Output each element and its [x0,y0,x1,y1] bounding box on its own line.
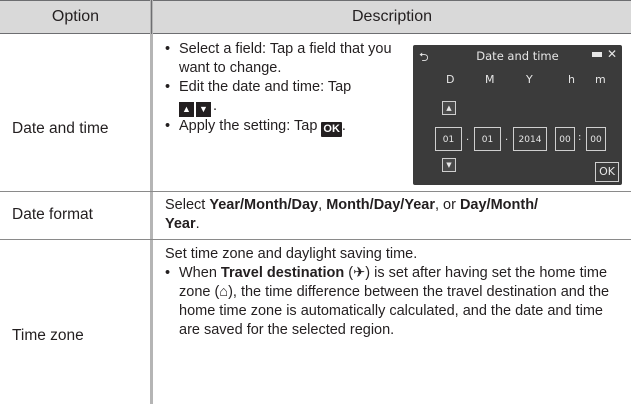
bullet-apply-setting: Apply the setting: Tap OK. [165,117,405,137]
plane-icon: ✈ [353,265,366,281]
label-minute: m [595,73,606,86]
option-time-zone: Time zone [12,327,84,344]
label-hour: h [568,73,575,86]
bullet-select-field: Select a field: Tap a field that you wan… [165,40,405,78]
bullet-edit-date: Edit the date and time: Tap ▲▼. [165,78,405,117]
field-year[interactable]: 2014 [513,127,547,151]
increase-button[interactable]: ▲ [442,101,456,115]
field-hour[interactable]: 00 [555,127,575,151]
format-dmy: Day/Month/ [459,197,539,213]
settings-table: Option Description Date and time Select … [0,0,631,404]
format-ymd: Year/Month/Day [209,197,319,213]
header-description: Description [351,8,433,25]
close-icon: ✕ [606,47,617,61]
home-icon: ⌂ [219,284,229,300]
field-month[interactable]: 01 [474,127,501,151]
decrease-button[interactable]: ▼ [442,158,456,172]
label-year: Y [526,73,533,86]
time-zone-intro: Set time zone and daylight saving time. [165,246,418,262]
screen-title: Date and time [476,49,559,63]
battery-icon [592,52,602,57]
option-date-format: Date format [12,206,93,223]
desc-date-format: Select Year/Month/Day, Month/Day/Year, o… [165,197,539,232]
label-day: D [446,73,455,86]
field-minute[interactable]: 00 [586,127,606,151]
header-option: Option [51,8,100,25]
option-date-and-time: Date and time [12,120,109,137]
field-day[interactable]: 01 [435,127,462,151]
down-arrow-icon: ▼ [196,102,211,117]
ok-key-icon: OK [321,122,342,137]
format-dmy-cont: Year [165,216,196,232]
row-divider [0,239,631,240]
up-arrow-icon: ▲ [179,102,194,117]
table-header: Option Description [0,0,631,34]
row-divider [0,191,631,192]
separator: . [505,132,509,143]
desc-time-zone: Set time zone and daylight saving time. … [165,245,625,340]
format-mdy: Month/Day/Year [326,197,435,213]
desc-date-and-time: Select a field: Tap a field that you wan… [165,40,405,137]
column-divider [150,0,153,404]
ok-button[interactable]: OK [595,162,619,182]
camera-screen-preview: ⮌ Date and time ✕ D M Y h m ▲ 01 . 01 . … [413,45,622,185]
label-month: M [485,73,495,86]
header-divider [151,0,152,34]
separator: : [578,132,582,143]
separator: . [466,132,470,143]
bullet-travel-destination: When Travel destination (✈) is set after… [165,264,625,340]
